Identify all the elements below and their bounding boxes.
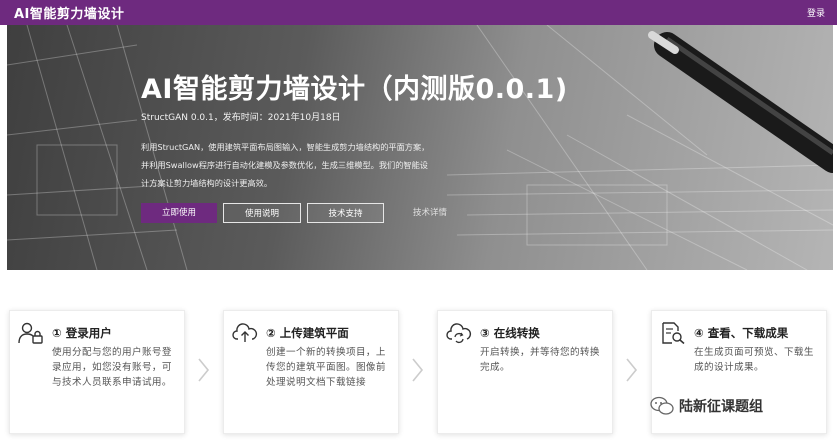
chevron-right-icon [198,358,210,382]
tech-support-button[interactable]: 技术支持 [307,203,384,223]
login-link[interactable]: 登录 [807,6,825,19]
start-now-button[interactable]: 立即使用 [141,203,217,223]
release-info: StructGAN 0.0.1，发布时间：2021年10月18日 [141,113,341,123]
step-description: 使用分配与您的用户账号登录应用，如您没有账号，可与技术人员联系申请试用。 [52,347,172,388]
step-card-login: ① 登录用户 使用分配与您的用户账号登录应用，如您没有账号，可与技术人员联系申请… [9,310,185,434]
step-card-convert: ③ 在线转换 开启转换，并等待您的转换完成。 [437,310,613,434]
watermark-text: 陆新征课题组 [679,399,763,415]
step-title: ④ 查看、下载成果 [694,326,789,340]
tech-details-link[interactable]: 技术详情 [405,203,455,223]
chevron-right-icon [412,358,424,382]
watermark: 陆新征课题组 [650,395,763,417]
description-line: 利用StructGAN，使用建筑平面布局图输入，智能生成剪力墙结构的平面方案， [141,142,430,152]
hero-title: AI智能剪力墙设计（内测版0.0.1) [141,74,568,105]
description-line: 并利用Swallow程序进行自动化建模及参数优化，生成三维模型。我们的智能设 [141,160,428,170]
description-line: 计方案让剪力墙结构的设计更高效。 [141,178,273,188]
step-title: ① 登录用户 [52,326,112,340]
step-title: ② 上传建筑平面 [266,326,349,340]
wechat-icon [650,396,674,415]
step-description: 在生成页面可预览、下载生成的设计成果。 [694,347,814,373]
brand-title[interactable]: AI智能剪力墙设计 [14,3,124,22]
user-lock-icon [18,322,43,344]
chevron-right-icon [626,358,638,382]
document-search-icon [662,322,685,344]
top-navbar: AI智能剪力墙设计 登录 [0,0,837,25]
step-description: 创建一个新的转换项目，上传您的建筑平面图。图像前处理说明文档下载链接 [266,347,386,388]
hero-description: 利用StructGAN，使用建筑平面布局图输入，智能生成剪力墙结构的平面方案， … [141,138,471,192]
hero-banner: AI智能剪力墙设计（内测版0.0.1) StructGAN 0.0.1，发布时间… [7,25,833,270]
step-description: 开启转换，并等待您的转换完成。 [480,347,600,373]
step-card-upload: ② 上传建筑平面 创建一个新的转换项目，上传您的建筑平面图。图像前处理说明文档下… [223,310,399,434]
cloud-upload-icon [232,323,258,342]
step-title: ③ 在线转换 [480,326,540,340]
user-manual-button[interactable]: 使用说明 [223,203,301,223]
cloud-sync-icon [446,323,472,344]
